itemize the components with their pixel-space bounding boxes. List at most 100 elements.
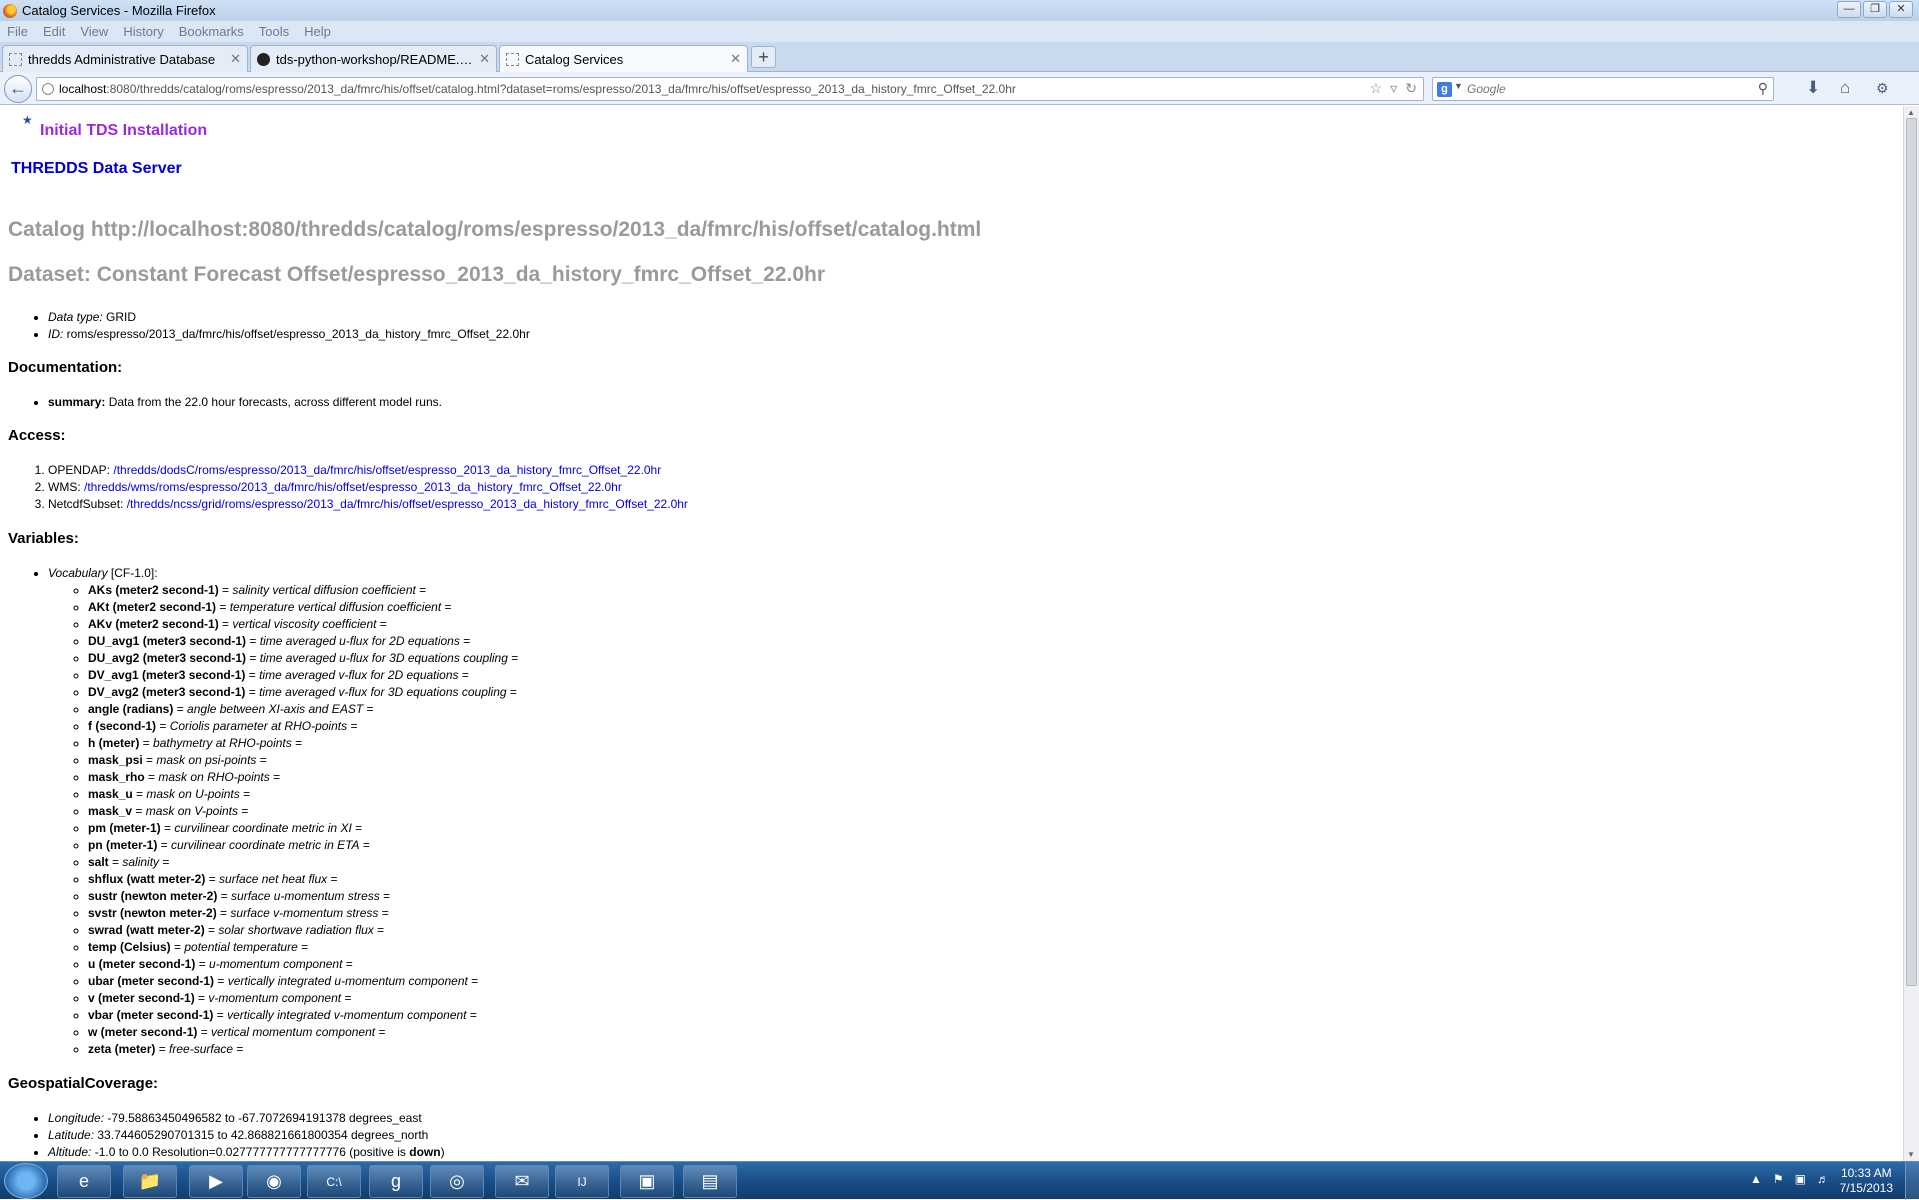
access-item-wms: WMS: /thredds/wms/roms/espresso/2013_da/… [48, 479, 688, 496]
variable-description: vertical viscosity coefficient [232, 617, 377, 631]
wms-link[interactable]: /thredds/wms/roms/espresso/2013_da/fmrc/… [84, 480, 622, 494]
firefox-icon[interactable]: ◉ [247, 1165, 301, 1198]
close-button[interactable]: ✕ [1889, 1, 1913, 18]
access-list: OPENDAP: /thredds/dodsC/roms/espresso/20… [0, 462, 688, 513]
chrome-icon[interactable]: ◎ [430, 1165, 484, 1198]
menu-help[interactable]: Help [297, 24, 339, 39]
windows-taskbar: e 📁 ▶ ◉ C:\ g ◎ ✉ IJ ▣ ▤ ▲ ⚑ ▣ ♬ 10:33 AM 7/15/201… [0, 1161, 1919, 1200]
github-icon [257, 52, 270, 66]
bookmark-star-icon[interactable]: ☆ [1370, 80, 1383, 97]
search-bar[interactable]: g ▼ Google ⚲ [1432, 77, 1774, 101]
variable-description: vertical momentum component [211, 1025, 376, 1039]
tab-catalog-services[interactable]: Catalog Services ✕ [499, 45, 748, 72]
variable-name: DV_avg2 (meter3 second-1) [88, 685, 246, 699]
system-tray: ▲ ⚑ ▣ ♬ [1750, 1172, 1829, 1186]
remote-desktop-icon[interactable]: ▤ [683, 1165, 737, 1198]
virtualbox-icon[interactable]: ▣ [620, 1165, 674, 1198]
variable-name: DU_avg1 (meter3 second-1) [88, 634, 247, 648]
scrollbar-thumb[interactable] [1906, 118, 1917, 986]
tab-label: tds-python-workshop/README.org a... [276, 51, 474, 67]
variable-description: vertically integrated v-momentum compone… [227, 1008, 467, 1022]
netcdfsubset-link[interactable]: /thredds/ncss/grid/roms/espresso/2013_da… [127, 497, 688, 511]
menu-tools[interactable]: Tools [252, 24, 297, 39]
menu-history[interactable]: History [116, 24, 171, 39]
variable-name: mask_psi [88, 753, 143, 767]
tray-expand-icon[interactable]: ▲ [1750, 1172, 1762, 1186]
back-button[interactable]: ← [4, 75, 32, 103]
altitude-item: Altitude: -1.0 to 0.0 Resolution=0.02777… [48, 1144, 445, 1161]
close-icon[interactable]: ✕ [230, 51, 241, 67]
variable-description: mask on RHO-points [158, 770, 270, 784]
minimize-button[interactable]: — [1837, 1, 1861, 18]
install-name: Initial TDS Installation [40, 122, 208, 139]
variable-name: swrad (watt meter-2) [88, 923, 205, 937]
variable-name: u (meter second-1) [88, 957, 196, 971]
media-player-icon[interactable]: ▶ [189, 1165, 243, 1198]
ie-icon[interactable]: e [57, 1165, 111, 1198]
variables-list: Vocabulary [CF-1.0]: AKs (meter2 second-… [0, 565, 518, 1058]
variable-item: salt = salinity = [88, 854, 518, 871]
tab-label: thredds Administrative Database [28, 51, 216, 67]
new-tab-button[interactable]: + [751, 46, 776, 68]
close-icon[interactable]: ✕ [730, 51, 741, 67]
thunderbird-icon[interactable]: ✉ [495, 1165, 549, 1198]
variable-item: temp (Celsius) = potential temperature = [88, 939, 518, 956]
tab-label: Catalog Services [525, 51, 624, 67]
download-icon[interactable]: ⬇ [1806, 78, 1820, 98]
git-icon[interactable]: g [369, 1165, 423, 1198]
variables-heading: Variables: [8, 530, 79, 547]
home-icon[interactable]: ⌂ [1840, 78, 1850, 98]
variable-item: zeta (meter) = free-surface = [88, 1041, 518, 1058]
navigation-toolbar: ← localhost:8080/thredds/catalog/roms/es… [0, 72, 1919, 105]
show-desktop-button[interactable] [1905, 1162, 1919, 1200]
close-icon[interactable]: ✕ [479, 51, 490, 67]
maximize-button[interactable]: ❐ [1863, 1, 1887, 18]
intellij-icon[interactable]: IJ [555, 1165, 609, 1198]
variable-item: swrad (watt meter-2) = solar shortwave r… [88, 922, 518, 939]
search-icon[interactable]: ⚲ [1758, 80, 1768, 97]
menu-file[interactable]: File [0, 24, 36, 39]
variable-description: angle between XI-axis and EAST [187, 702, 364, 716]
variable-name: pn (meter-1) [88, 838, 158, 852]
volume-icon[interactable]: ♬ [1817, 1172, 1829, 1186]
reload-icon[interactable]: ↻ [1405, 80, 1417, 97]
addon-icon[interactable]: ⚙ [1876, 80, 1889, 97]
scroll-up-icon[interactable]: ▲ [1907, 108, 1915, 117]
variable-description: surface v-momentum stress [230, 906, 379, 920]
server-name: THREDDS Data Server [11, 160, 182, 177]
variable-description: salinity [122, 855, 160, 869]
documentation-list: summary: Data from the 22.0 hour forecas… [0, 394, 442, 411]
variable-item: AKs (meter2 second-1) = salinity vertica… [88, 582, 518, 599]
variable-name: DV_avg1 (meter3 second-1) [88, 668, 246, 682]
menu-bookmarks[interactable]: Bookmarks [172, 24, 252, 39]
action-center-icon[interactable]: ⚑ [1773, 1172, 1784, 1186]
opendap-link[interactable]: /thredds/dodsC/roms/espresso/2013_da/fmr… [113, 463, 661, 477]
variable-description: salinity vertical diffusion coefficient [232, 583, 416, 597]
google-icon[interactable]: g [1437, 82, 1452, 97]
variable-name: AKt (meter2 second-1) [88, 600, 217, 614]
cmd-icon[interactable]: C:\ [307, 1165, 361, 1198]
tab-github-readme[interactable]: tds-python-workshop/README.org a... ✕ [250, 45, 497, 72]
variable-item: DV_avg2 (meter3 second-1) = time average… [88, 684, 518, 701]
address-bar[interactable]: localhost:8080/thredds/catalog/roms/espr… [36, 77, 1424, 101]
page-content: ★ Initial TDS Installation THREDDS Data … [0, 106, 1903, 1161]
network-icon[interactable]: ▣ [1795, 1172, 1806, 1186]
variable-description: solar shortwave radiation flux [218, 923, 374, 937]
variable-description: time averaged v-flux for 2D equations [259, 668, 459, 682]
engine-dropdown-icon[interactable]: ▼ [1454, 81, 1463, 91]
tab-thredds-admin[interactable]: thredds Administrative Database ✕ [2, 45, 248, 72]
variable-name: zeta (meter) [88, 1042, 156, 1056]
menu-view[interactable]: View [73, 24, 116, 39]
menu-edit[interactable]: Edit [36, 24, 73, 39]
explorer-icon[interactable]: 📁 [123, 1165, 177, 1198]
taskbar-clock[interactable]: 10:33 AM 7/15/2013 [1840, 1166, 1893, 1196]
history-dropdown-icon[interactable]: ▿ [1390, 80, 1397, 97]
variable-description: free-surface [169, 1042, 234, 1056]
tab-bar: thredds Administrative Database ✕ tds-py… [0, 42, 1919, 72]
scroll-down-icon[interactable]: ▼ [1907, 1150, 1915, 1159]
site-identity-icon[interactable] [42, 83, 54, 95]
start-button[interactable] [4, 1163, 48, 1199]
vertical-scrollbar[interactable]: ▲ ▼ [1903, 106, 1919, 1161]
variable-item: h (meter) = bathymetry at RHO-points = [88, 735, 518, 752]
url-tools: ☆ ▿ ↻ [1370, 80, 1417, 97]
